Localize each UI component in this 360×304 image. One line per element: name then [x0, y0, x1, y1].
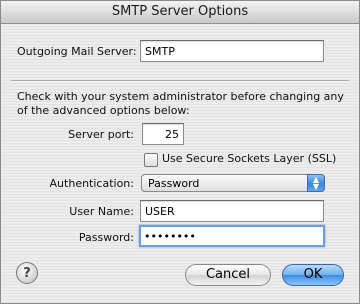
popup-arrows-icon: ▲ ▼ [307, 174, 325, 192]
window-title: SMTP Server Options [1, 1, 359, 24]
authentication-label: Authentication: [49, 177, 134, 190]
username-field[interactable]: USER [140, 200, 324, 222]
ssl-label[interactable]: Use Secure Sockets Layer (SSL) [162, 152, 336, 165]
server-port-field[interactable]: 25 [142, 123, 184, 145]
outgoing-server-label: Outgoing Mail Server: [17, 45, 137, 58]
authentication-select[interactable]: Password ▲ ▼ [141, 174, 325, 192]
authentication-value: Password [148, 177, 200, 190]
password-label: Password: [78, 231, 134, 244]
password-field[interactable]: •••••••• [139, 225, 325, 247]
outgoing-server-field[interactable]: SMTP [140, 40, 324, 62]
server-port-label: Server port: [68, 128, 134, 141]
smtp-dialog: SMTP Server Options Outgoing Mail Server… [0, 0, 360, 304]
help-button[interactable]: ? [16, 262, 38, 284]
ok-button[interactable]: OK [282, 264, 344, 286]
cancel-button[interactable]: Cancel [185, 264, 271, 286]
ssl-checkbox[interactable] [144, 153, 158, 167]
username-label: User Name: [69, 205, 134, 218]
section-divider [11, 80, 349, 82]
advanced-options-note: Check with your system administrator bef… [17, 90, 344, 117]
